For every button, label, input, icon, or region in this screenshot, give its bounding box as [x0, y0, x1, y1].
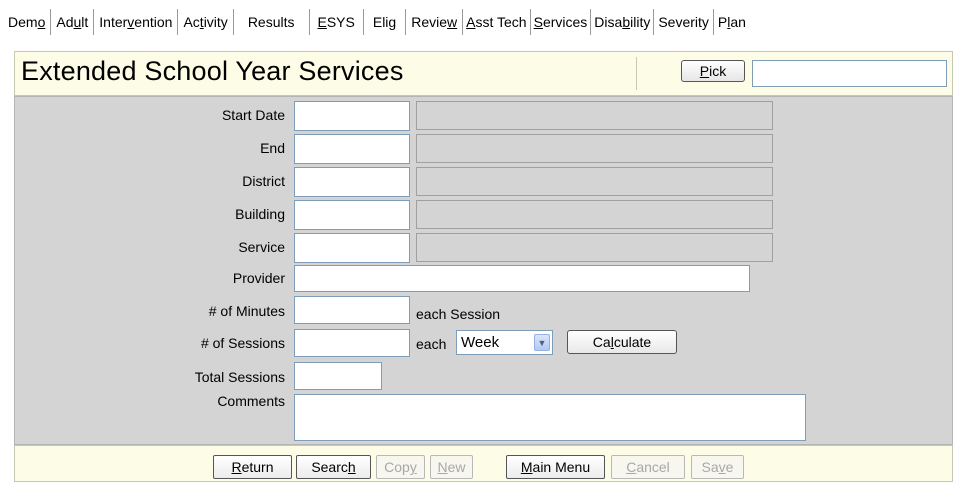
tab-services[interactable]: Services	[531, 9, 592, 35]
minutes-label: # of Minutes	[208, 303, 285, 319]
service-label: Service	[238, 239, 285, 255]
tab-results[interactable]: Results	[234, 9, 310, 35]
sessions-each-label: each	[416, 336, 447, 352]
tab-review[interactable]: Revie w	[406, 9, 464, 35]
district-input[interactable]	[294, 167, 410, 197]
provider-label: Provider	[232, 270, 285, 286]
tab-elig[interactable]: Eli g	[364, 9, 407, 35]
district-label: District	[242, 173, 285, 189]
district-display	[416, 167, 773, 196]
save-button[interactable]: Sa v e	[691, 455, 744, 479]
tab-bar: Dem o Ad u lt Inter v ention Ac t ivity Results…	[0, 9, 953, 35]
chevron-down-icon[interactable]: ▼	[534, 334, 550, 351]
cancel-button[interactable]: Cancel	[611, 455, 685, 479]
sessions-unit-value: Week	[461, 334, 500, 351]
tab-demo[interactable]: Dem o	[0, 9, 52, 35]
comments-textarea[interactable]	[294, 394, 806, 441]
new-button[interactable]: New	[430, 455, 473, 479]
pick-input[interactable]	[752, 60, 947, 87]
action-bar: Return Searc h Cop y New Main Menu Cancel …	[14, 445, 953, 482]
service-input[interactable]	[294, 233, 410, 263]
return-button[interactable]: Return	[213, 455, 292, 479]
sessions-input[interactable]	[294, 329, 410, 357]
sessions-unit-select[interactable]: Week ▼	[456, 330, 553, 355]
minutes-input[interactable]	[294, 296, 410, 324]
calculate-button[interactable]: Ca l culate	[567, 330, 677, 354]
page-header: Extended School Year Services Pick	[14, 51, 953, 96]
tab-intervention[interactable]: Inter v ention	[94, 9, 179, 35]
end-date-display	[416, 134, 773, 163]
building-input[interactable]	[294, 200, 410, 230]
minutes-suffix: each Session	[416, 306, 501, 322]
tab-plan[interactable]: Pl an	[714, 9, 750, 35]
total-sessions-input[interactable]	[294, 362, 382, 390]
tab-asst-tech[interactable]: Asst Tech	[463, 9, 531, 35]
page-title: Extended School Year Services	[21, 56, 404, 86]
total-sessions-label: Total Sessions	[194, 369, 285, 385]
tab-severity[interactable]: Severity	[654, 9, 714, 35]
start-date-input[interactable]	[294, 101, 410, 131]
tab-adult[interactable]: Ad u lt	[51, 9, 95, 35]
service-display	[416, 233, 773, 262]
sessions-label: # of Sessions	[200, 335, 285, 351]
building-display	[416, 200, 773, 229]
start-date-label: Start Date	[221, 107, 285, 123]
end-date-label: End	[260, 140, 285, 156]
end-date-input[interactable]	[294, 134, 410, 164]
copy-button[interactable]: Cop y	[376, 455, 425, 479]
comments-label: Comments	[217, 393, 285, 409]
start-date-display	[416, 101, 773, 130]
tab-activity[interactable]: Ac t ivity	[178, 9, 234, 35]
tab-esys[interactable]: E SYS	[310, 9, 364, 35]
service-form: Start Date End District Building Service…	[14, 96, 953, 445]
provider-input[interactable]	[294, 265, 750, 292]
pick-button[interactable]: Pick	[681, 60, 745, 82]
search-button[interactable]: Searc h	[296, 455, 371, 479]
tab-disability[interactable]: Disa b ility	[591, 9, 655, 35]
main-menu-button[interactable]: Main Menu	[506, 455, 605, 479]
building-label: Building	[235, 206, 285, 222]
